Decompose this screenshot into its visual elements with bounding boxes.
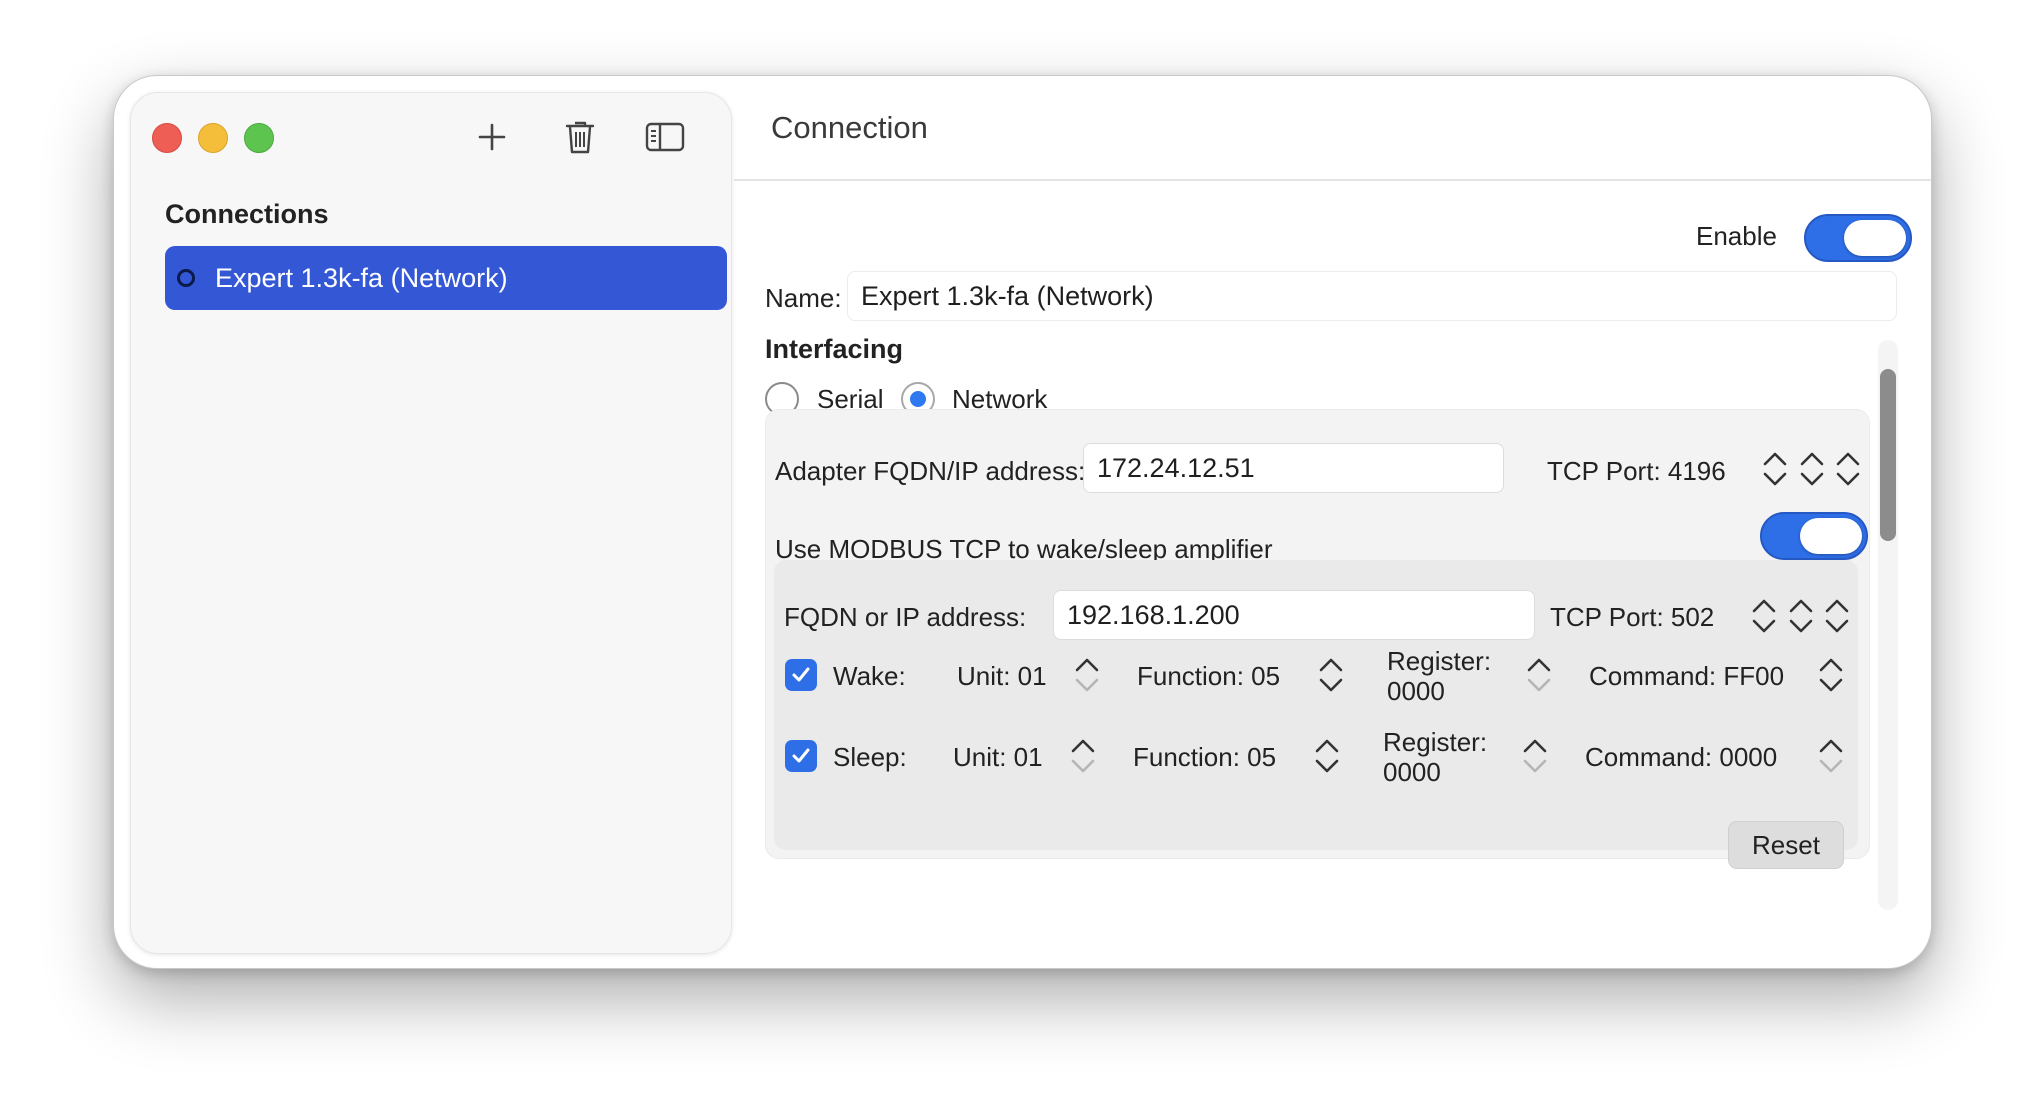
sleep-register-stepper[interactable] (1517, 731, 1553, 781)
sleep-register-value: 0000 (1383, 757, 1441, 787)
sleep-checkbox[interactable] (785, 740, 817, 772)
sleep-unit-stepper[interactable] (1065, 731, 1101, 781)
status-circle-icon (177, 269, 195, 287)
wake-command-stepper[interactable] (1813, 650, 1849, 700)
wake-checkbox[interactable] (785, 659, 817, 691)
app-window: Connections Expert 1.3k-fa (Network) Con… (113, 75, 1932, 969)
page-title: Connection (771, 110, 928, 145)
wake-unit-label: Unit: 01 (957, 661, 1047, 691)
sleep-command-stepper[interactable] (1813, 731, 1849, 781)
wake-command-label: Command: FF00 (1589, 661, 1785, 691)
modbus-port-stepper-2[interactable] (1783, 591, 1819, 641)
name-label: Name: (765, 283, 842, 313)
modbus-port-label: TCP Port: 502 (1550, 602, 1715, 632)
sidebar-title: Connections (165, 199, 329, 229)
close-window-button[interactable] (152, 123, 182, 153)
header-divider (734, 179, 1931, 181)
checkmark-icon (792, 667, 810, 682)
sleep-register-label: Register: (1383, 727, 1488, 757)
reset-button[interactable]: Reset (1728, 821, 1844, 869)
adapter-address-field[interactable]: 172.24.12.51 (1083, 443, 1504, 493)
sleep-label: Sleep: (833, 742, 907, 772)
modbus-port-stepper-1[interactable] (1746, 591, 1782, 641)
sleep-unit-label: Unit: 01 (953, 742, 1043, 772)
sleep-command-label: Command: 0000 (1585, 742, 1778, 772)
adapter-port-stepper-1[interactable] (1757, 444, 1793, 494)
name-field[interactable]: Expert 1.3k-fa (Network) (847, 271, 1897, 321)
trash-icon[interactable] (560, 117, 600, 157)
modbus-toggle[interactable] (1760, 512, 1868, 560)
enable-label: Enable (1696, 221, 1777, 251)
adapter-address-label: Adapter FQDN/IP address: (775, 456, 1086, 486)
adapter-port-label: TCP Port: 4196 (1547, 456, 1726, 486)
modbus-address-field[interactable]: 192.168.1.200 (1053, 590, 1535, 640)
wake-register-stepper[interactable] (1521, 650, 1557, 700)
checkmark-icon (792, 748, 810, 763)
wake-function-label: Function: 05 (1137, 661, 1281, 691)
sleep-function-stepper[interactable] (1309, 731, 1345, 781)
modbus-address-label: FQDN or IP address: (784, 602, 1027, 632)
sidebar: Connections Expert 1.3k-fa (Network) (130, 92, 732, 954)
wake-register-value: 0000 (1387, 676, 1445, 706)
interfacing-title: Interfacing (765, 334, 904, 364)
adapter-port-stepper-3[interactable] (1830, 444, 1866, 494)
sidebar-item-connection[interactable]: Expert 1.3k-fa (Network) (165, 246, 727, 310)
enable-toggle[interactable] (1804, 214, 1912, 262)
wake-label: Wake: (833, 661, 906, 691)
wake-function-stepper[interactable] (1313, 650, 1349, 700)
wake-register-label: Register: (1387, 646, 1492, 676)
wake-unit-stepper[interactable] (1069, 650, 1105, 700)
adapter-port-stepper-2[interactable] (1794, 444, 1830, 494)
modbus-port-stepper-3[interactable] (1819, 591, 1855, 641)
plus-icon[interactable] (472, 117, 512, 157)
sidebar-item-label: Expert 1.3k-fa (Network) (215, 262, 508, 293)
minimize-window-button[interactable] (198, 123, 228, 153)
sleep-function-label: Function: 05 (1133, 742, 1277, 772)
scrollbar-thumb[interactable] (1880, 369, 1896, 541)
maximize-window-button[interactable] (244, 123, 274, 153)
sidebar-toggle-icon[interactable] (645, 117, 685, 157)
